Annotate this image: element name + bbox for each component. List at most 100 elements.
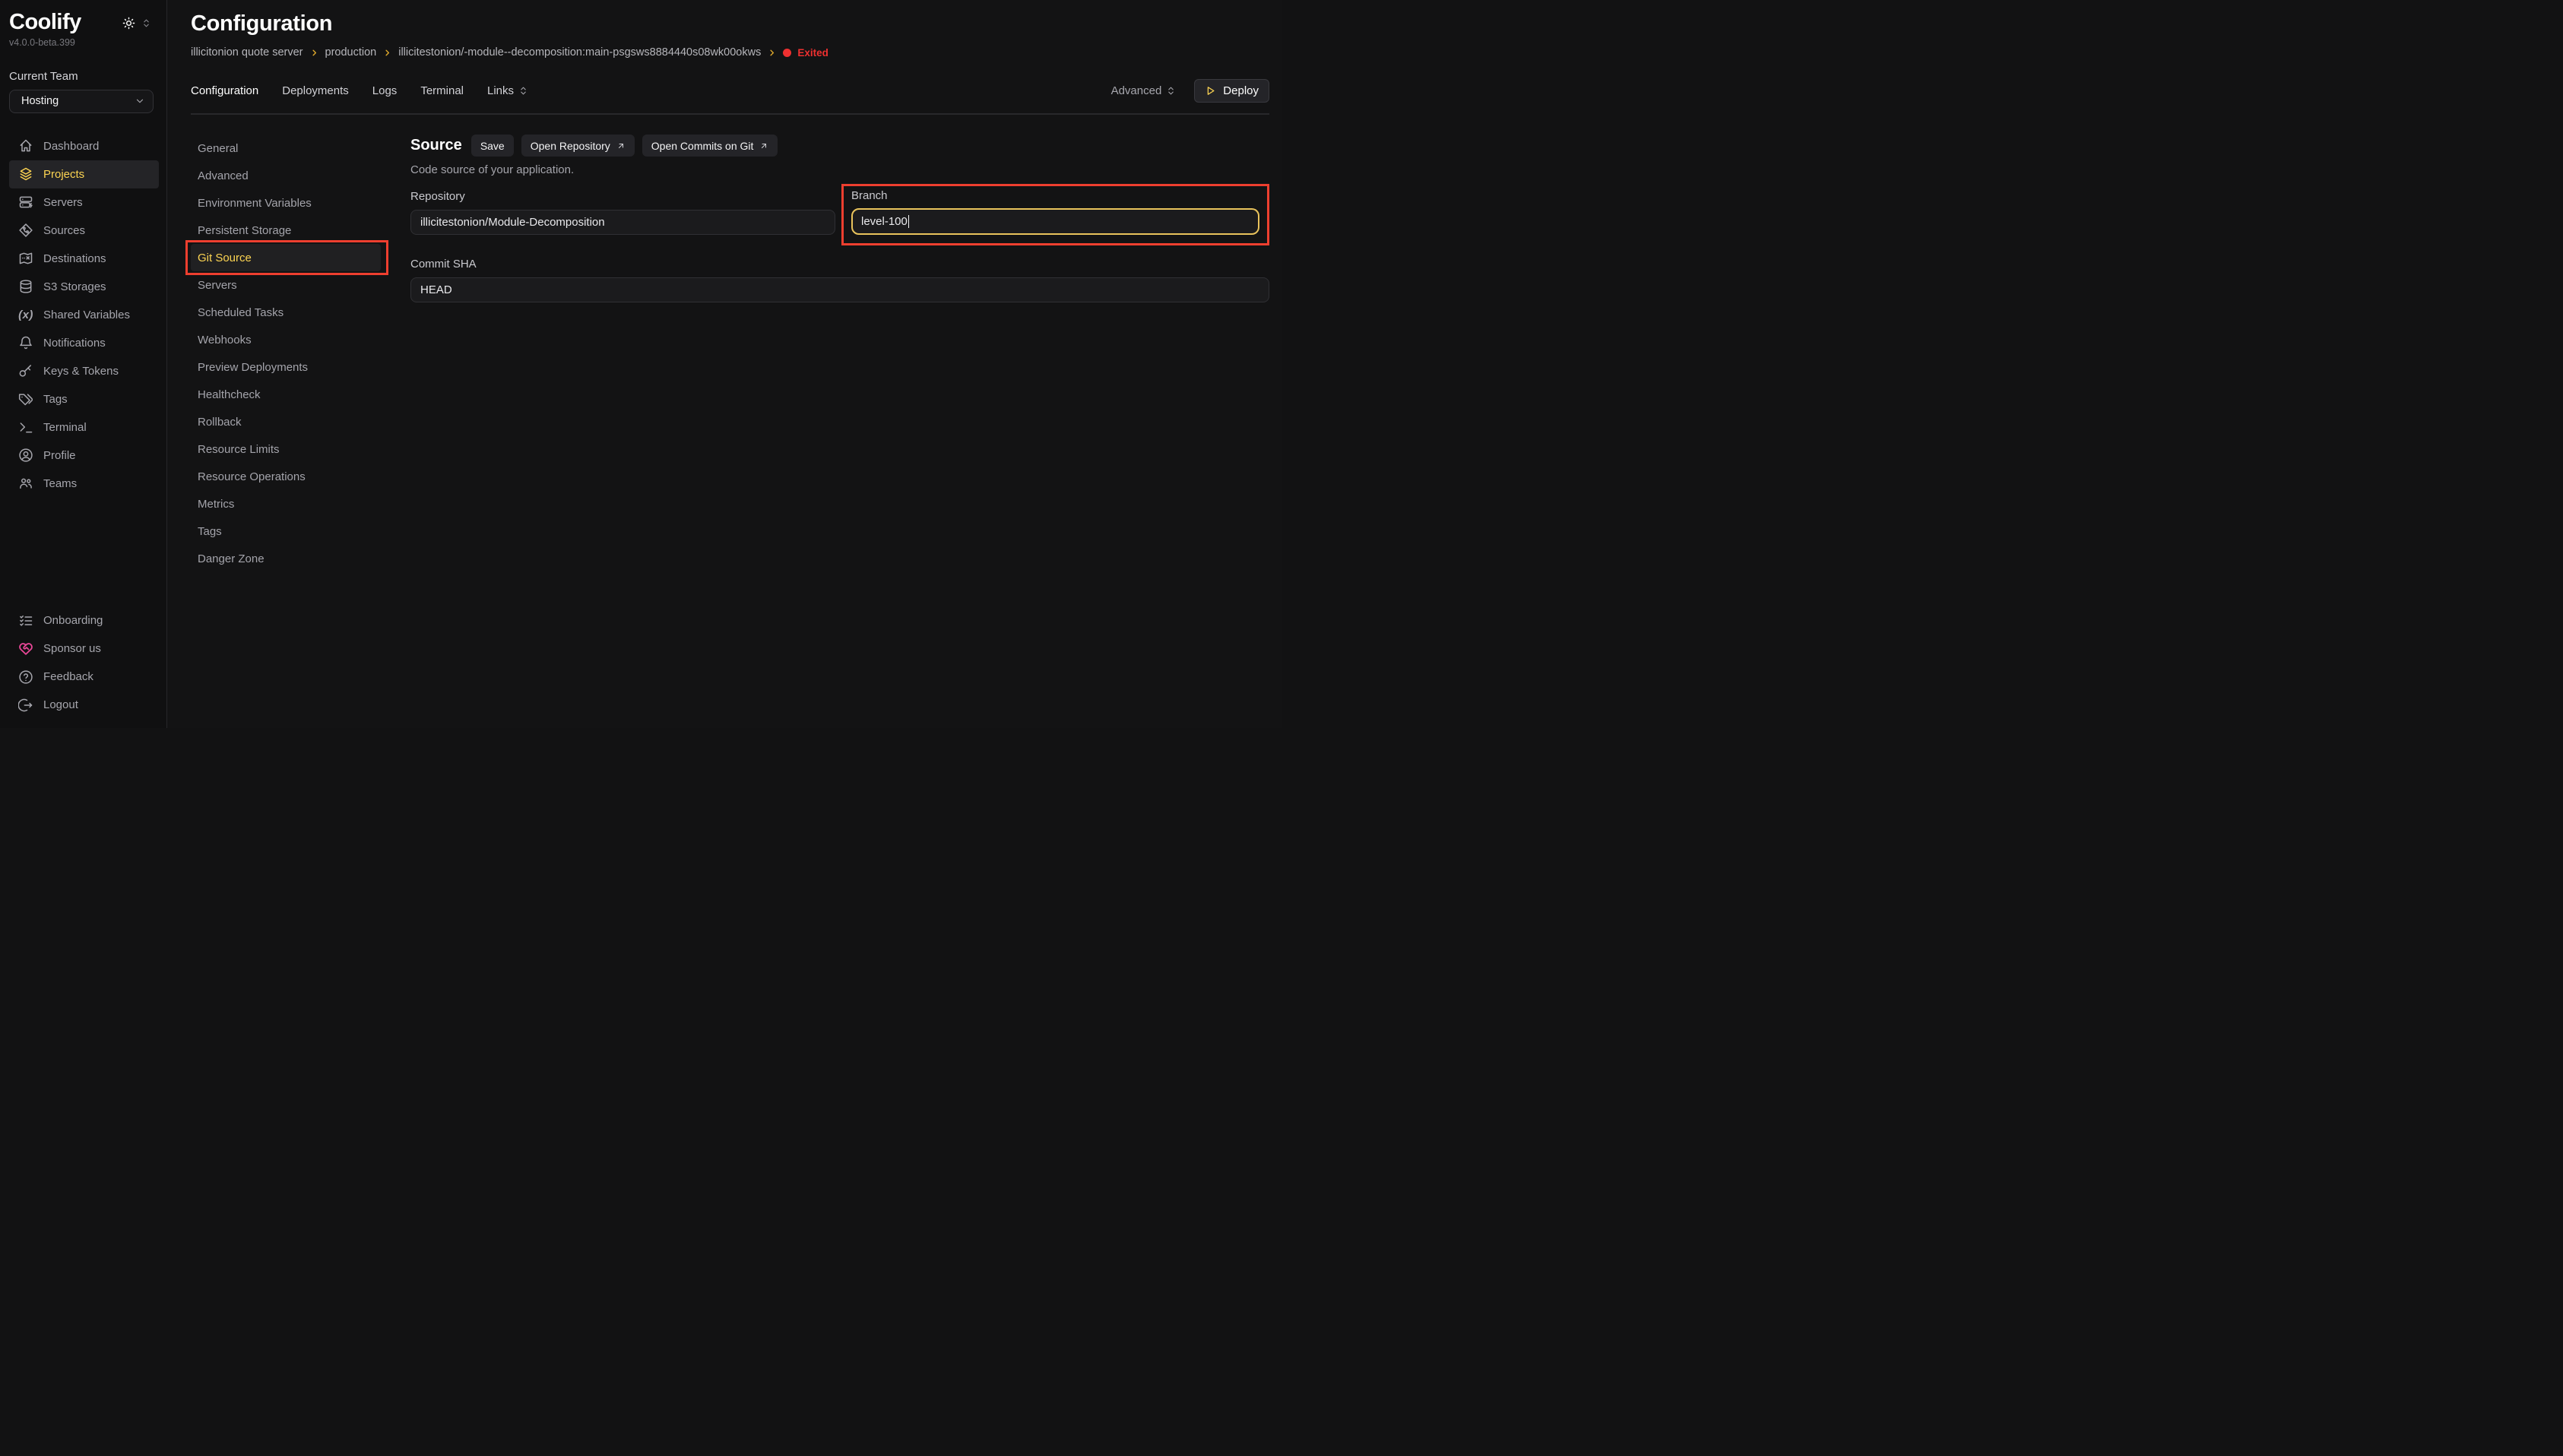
sidebar-item-label: Dashboard	[43, 140, 99, 153]
tags-icon	[18, 391, 33, 407]
tab-terminal[interactable]: Terminal	[420, 84, 464, 97]
logo-icons	[122, 11, 159, 30]
arrow-up-right-icon	[616, 141, 626, 150]
subnav-item-preview-deployments[interactable]: Preview Deployments	[191, 353, 381, 381]
sidebar-item-label: Logout	[43, 698, 78, 711]
tab-configuration[interactable]: Configuration	[191, 84, 258, 97]
sidebar-item-label: Sponsor us	[43, 642, 101, 655]
subnav-item-git-source[interactable]: Git Source	[191, 244, 381, 271]
arrow-up-right-icon	[759, 141, 768, 150]
subnav-item-persistent-storage[interactable]: Persistent Storage	[191, 217, 381, 244]
team-select[interactable]: Hosting	[9, 90, 154, 113]
sidebar-item-projects[interactable]: Projects	[9, 160, 159, 188]
deploy-label: Deploy	[1223, 84, 1259, 97]
logo-row: Coolify	[9, 11, 159, 35]
database-icon	[18, 279, 33, 294]
sidebar-item-label: Destinations	[43, 252, 106, 265]
sidebar-nav: Dashboard Projects Servers Sources	[9, 132, 159, 498]
server-icon	[18, 195, 33, 210]
subnav-item-advanced[interactable]: Advanced	[191, 162, 381, 189]
open-repository-button[interactable]: Open Repository	[521, 135, 635, 157]
help-circle-icon	[18, 669, 33, 685]
breadcrumb-environment[interactable]: production	[325, 46, 377, 59]
sidebar: Coolify v4.0.0-beta.399 Current Team Hos…	[0, 0, 167, 728]
tab-links-label: Links	[487, 84, 514, 97]
subnav-item-metrics[interactable]: Metrics	[191, 490, 381, 518]
sidebar-item-onboarding[interactable]: Onboarding	[9, 606, 159, 635]
configuration-content: General Advanced Environment Variables P…	[191, 135, 1269, 572]
sidebar-item-sources[interactable]: Sources	[9, 217, 159, 245]
repository-input[interactable]	[410, 210, 835, 235]
sidebar-item-s3-storages[interactable]: S3 Storages	[9, 273, 159, 301]
subnav-item-resource-limits[interactable]: Resource Limits	[191, 435, 381, 463]
tab-deployments[interactable]: Deployments	[282, 84, 349, 97]
team-select-value: Hosting	[21, 95, 59, 107]
subnav-item-tags[interactable]: Tags	[191, 518, 381, 545]
app-logo: Coolify	[9, 11, 81, 35]
breadcrumb-application[interactable]: illicitestonion/-module--decomposition:m…	[398, 46, 761, 59]
advanced-control[interactable]: Advanced	[1111, 84, 1177, 97]
key-icon	[18, 363, 33, 378]
branch-input[interactable]: level-100	[851, 208, 1259, 235]
sidebar-item-shared-variables[interactable]: (x) Shared Variables	[9, 301, 159, 329]
sidebar-item-dashboard[interactable]: Dashboard	[9, 132, 159, 160]
subnav-item-servers[interactable]: Servers	[191, 271, 381, 299]
commit-sha-field: Commit SHA	[410, 258, 1269, 302]
subnav-item-scheduled-tasks[interactable]: Scheduled Tasks	[191, 299, 381, 326]
sidebar-item-tags[interactable]: Tags	[9, 385, 159, 413]
sidebar-item-label: Sources	[43, 224, 85, 237]
chevron-right-icon	[383, 49, 391, 57]
current-team-label: Current Team	[9, 70, 159, 83]
deploy-button[interactable]: Deploy	[1194, 79, 1269, 103]
sidebar-item-label: Notifications	[43, 337, 106, 350]
subnav-item-webhooks[interactable]: Webhooks	[191, 326, 381, 353]
theme-toggle-sun-icon[interactable]	[122, 17, 135, 30]
sidebar-item-label: Keys & Tokens	[43, 365, 119, 378]
source-heading: Source	[410, 137, 462, 154]
text-cursor	[908, 215, 910, 228]
source-description: Code source of your application.	[410, 163, 1269, 176]
sidebar-item-teams[interactable]: Teams	[9, 470, 159, 498]
sidebar-item-label: Profile	[43, 449, 76, 462]
open-commits-button[interactable]: Open Commits on Git	[642, 135, 778, 157]
tab-links[interactable]: Links	[487, 84, 528, 97]
sidebar-item-logout[interactable]: Logout	[9, 691, 159, 719]
subnav-item-resource-operations[interactable]: Resource Operations	[191, 463, 381, 490]
sidebar-item-notifications[interactable]: Notifications	[9, 329, 159, 357]
heart-handshake-icon	[18, 641, 33, 657]
chevron-right-icon	[768, 49, 776, 57]
sidebar-item-keys-tokens[interactable]: Keys & Tokens	[9, 357, 159, 385]
sidebar-item-destinations[interactable]: Destinations	[9, 245, 159, 273]
chevrons-up-down-icon	[518, 86, 528, 96]
status-dot-icon	[783, 49, 791, 57]
subnav-item-general[interactable]: General	[191, 135, 381, 162]
main-content: Configuration illicitonion quote server …	[167, 0, 1282, 728]
sidebar-item-label: Servers	[43, 196, 83, 209]
sidebar-item-label: Onboarding	[43, 614, 103, 627]
users-icon	[18, 476, 33, 491]
page-title: Configuration	[191, 11, 1269, 36]
commit-sha-label: Commit SHA	[410, 258, 1269, 271]
save-button[interactable]: Save	[471, 135, 514, 157]
subnav-item-healthcheck[interactable]: Healthcheck	[191, 381, 381, 408]
status-text: Exited	[797, 47, 828, 59]
breadcrumb-project[interactable]: illicitonion quote server	[191, 46, 303, 59]
subnav-item-danger-zone[interactable]: Danger Zone	[191, 545, 381, 572]
sidebar-item-terminal[interactable]: Terminal	[9, 413, 159, 442]
subnav-item-rollback[interactable]: Rollback	[191, 408, 381, 435]
subnav-item-environment-variables[interactable]: Environment Variables	[191, 189, 381, 217]
logout-icon	[18, 698, 33, 713]
sidebar-item-feedback[interactable]: Feedback	[9, 663, 159, 691]
version-switcher-chevrons-icon[interactable]	[141, 18, 151, 28]
branch-value: level-100	[861, 215, 908, 228]
branch-field-annotated: Branch level-100	[841, 184, 1269, 245]
list-checks-icon	[18, 613, 33, 628]
sidebar-item-label: Feedback	[43, 670, 93, 683]
commit-sha-input[interactable]	[410, 277, 1269, 302]
tab-logs[interactable]: Logs	[372, 84, 398, 97]
layers-icon	[18, 166, 33, 182]
sidebar-item-servers[interactable]: Servers	[9, 188, 159, 217]
sidebar-item-profile[interactable]: Profile	[9, 442, 159, 470]
tabs-divider	[191, 113, 1269, 115]
sidebar-item-sponsor-us[interactable]: Sponsor us	[9, 635, 159, 663]
